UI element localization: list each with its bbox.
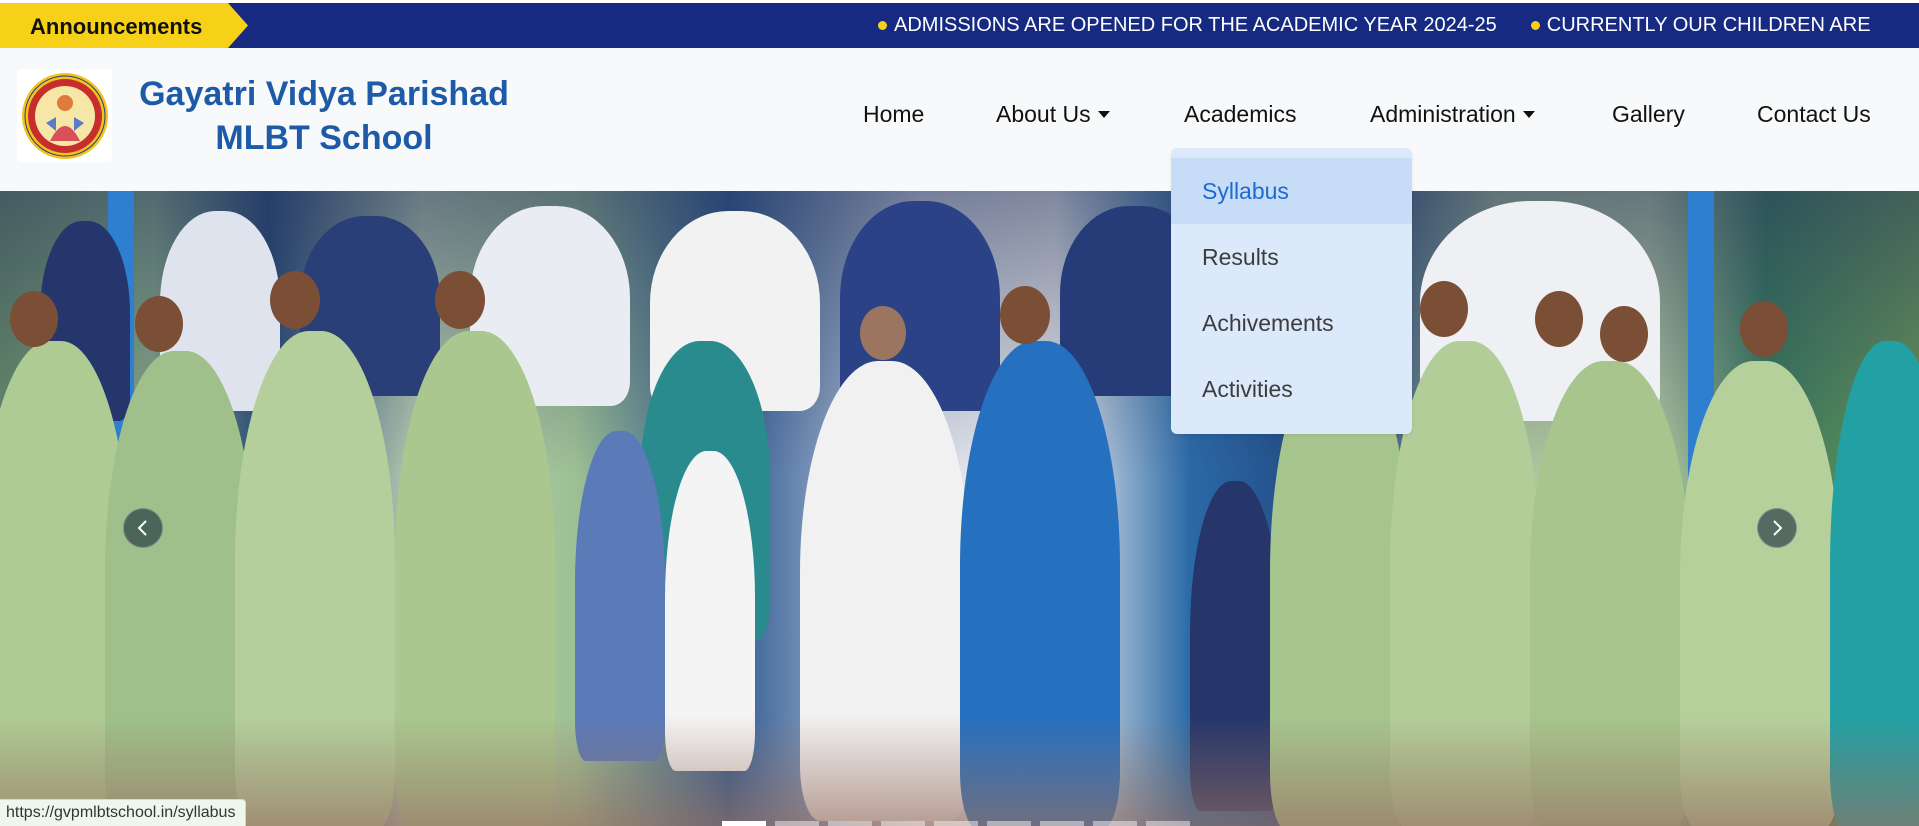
dropdown-item-results[interactable]: Results bbox=[1171, 224, 1412, 290]
announcement-label: Announcements bbox=[0, 3, 248, 48]
photo-figure bbox=[860, 306, 906, 360]
status-bar-url: https://gvpmlbtschool.in/syllabus bbox=[0, 799, 247, 826]
announcement-item[interactable]: CURRENTLY OUR CHILDREN ARE bbox=[1530, 14, 1871, 37]
photo-figure bbox=[10, 291, 58, 347]
carousel-next-button[interactable] bbox=[1757, 508, 1797, 548]
announcement-label-text: Announcements bbox=[30, 14, 203, 39]
site-header: Gayatri Vidya Parishad MLBT School Home … bbox=[0, 48, 1919, 191]
nav-item-gallery[interactable]: Gallery bbox=[1612, 101, 1685, 128]
photo-figure bbox=[1420, 281, 1468, 337]
carousel-indicator[interactable] bbox=[881, 821, 925, 826]
dropdown-item-achivements[interactable]: Achivements bbox=[1171, 290, 1412, 356]
photo-figure bbox=[1000, 286, 1050, 344]
carousel-indicator[interactable] bbox=[775, 821, 819, 826]
nav-item-contact-us[interactable]: Contact Us bbox=[1757, 101, 1871, 128]
photo-figure bbox=[435, 271, 485, 329]
carousel-indicator[interactable] bbox=[1093, 821, 1137, 826]
photo-figure bbox=[270, 271, 320, 329]
chevron-right-icon bbox=[1773, 520, 1783, 536]
nav-label: Academics bbox=[1184, 101, 1297, 127]
hero-carousel bbox=[0, 191, 1919, 826]
announcement-bar: Announcements ADMISSIONS ARE OPENED FOR … bbox=[0, 3, 1919, 48]
caret-down-icon bbox=[1097, 111, 1110, 118]
photo-figure bbox=[1535, 291, 1583, 347]
nav-label: Contact Us bbox=[1757, 101, 1871, 127]
carousel-indicator[interactable] bbox=[1040, 821, 1084, 826]
carousel-indicator[interactable] bbox=[1146, 821, 1190, 826]
nav-label: Gallery bbox=[1612, 101, 1685, 127]
dropdown-item-activities[interactable]: Activities bbox=[1171, 356, 1412, 422]
nav-item-administration[interactable]: Administration bbox=[1370, 101, 1535, 128]
announcement-item[interactable]: ADMISSIONS ARE OPENED FOR THE ACADEMIC Y… bbox=[878, 14, 1497, 37]
chevron-left-icon bbox=[137, 520, 147, 536]
caret-down-icon bbox=[1522, 111, 1535, 118]
announcement-text: ADMISSIONS ARE OPENED FOR THE ACADEMIC Y… bbox=[894, 14, 1497, 36]
main-nav: Home About Us Academics Administration G… bbox=[0, 101, 1919, 141]
nav-label: About Us bbox=[996, 101, 1091, 127]
nav-label: Home bbox=[863, 101, 925, 127]
dropdown-item-syllabus[interactable]: Syllabus bbox=[1171, 158, 1412, 224]
nav-item-academics[interactable]: Academics bbox=[1184, 101, 1296, 128]
bullet-icon bbox=[878, 21, 887, 30]
photo-figure bbox=[1600, 306, 1648, 362]
carousel-indicator[interactable] bbox=[934, 821, 978, 826]
announcement-text: CURRENTLY OUR CHILDREN ARE bbox=[1546, 14, 1871, 36]
nav-item-about-us[interactable]: About Us bbox=[996, 101, 1110, 128]
carousel-indicator[interactable] bbox=[987, 821, 1031, 826]
carousel-indicator[interactable] bbox=[828, 821, 872, 826]
academics-dropdown-menu: Syllabus Results Achivements Activities bbox=[1171, 148, 1412, 434]
nav-label: Administration bbox=[1370, 101, 1516, 127]
announcement-marquee: ADMISSIONS ARE OPENED FOR THE ACADEMIC Y… bbox=[878, 3, 1905, 48]
photo-figure bbox=[575, 431, 665, 761]
photo-figure bbox=[0, 716, 1919, 826]
carousel-indicator[interactable] bbox=[722, 821, 766, 826]
group-photo bbox=[0, 191, 1919, 826]
photo-figure bbox=[1740, 301, 1788, 357]
carousel-indicators bbox=[722, 821, 1190, 826]
bullet-icon bbox=[1530, 21, 1540, 30]
carousel-prev-button[interactable] bbox=[123, 508, 163, 548]
nav-item-home[interactable]: Home bbox=[863, 101, 924, 128]
photo-figure bbox=[135, 296, 183, 352]
